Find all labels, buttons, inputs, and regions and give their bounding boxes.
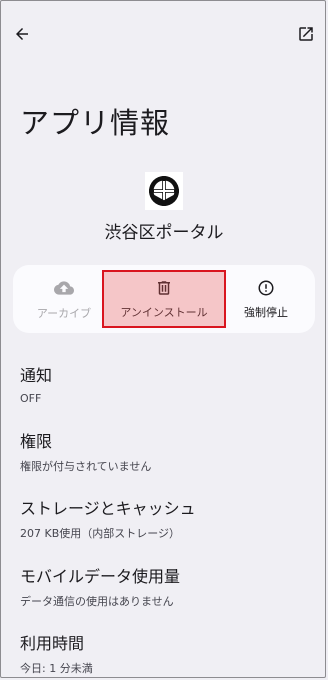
setting-permissions[interactable]: 権限 権限が付与されていません [20, 428, 151, 474]
setting-subtitle: データ通信の使用はありません [20, 595, 174, 608]
uninstall-highlight-box [102, 270, 226, 328]
setting-title: 権限 [20, 432, 53, 451]
cloud-upload-icon [54, 280, 74, 295]
force-stop-button[interactable]: 強制停止 [221, 265, 311, 333]
setting-mobile-data[interactable]: モバイルデータ使用量 データ通信の使用はありません [20, 563, 180, 609]
setting-subtitle: OFF [20, 392, 42, 405]
setting-storage[interactable]: ストレージとキャッシュ 207 KB使用（内部ストレージ） [20, 495, 196, 541]
alert-circle-icon [258, 280, 274, 295]
setting-title: モバイルデータ使用量 [20, 567, 181, 586]
archive-button[interactable]: アーカイブ [19, 265, 109, 333]
top-app-bar [0, 0, 328, 70]
back-button[interactable] [6, 18, 38, 50]
setting-title: ストレージとキャッシュ [20, 499, 196, 518]
setting-notifications[interactable]: 通知 OFF [20, 362, 52, 405]
shibuya-emblem-icon [145, 172, 183, 210]
open-app-button[interactable] [290, 18, 322, 50]
setting-title: 利用時間 [20, 634, 85, 653]
force-stop-label: 強制停止 [244, 305, 288, 319]
setting-subtitle: 今日: 1 分未満 [20, 662, 93, 675]
app-icon [145, 172, 183, 210]
setting-title: 通知 [20, 366, 53, 385]
archive-label: アーカイブ [36, 306, 92, 320]
open-in-new-icon [299, 27, 313, 41]
page-title: アプリ情報 [20, 106, 171, 140]
app-name: 渋谷区ポータル [104, 223, 224, 243]
setting-subtitle: 権限が付与されていません [20, 460, 152, 473]
setting-screen-time[interactable]: 利用時間 今日: 1 分未満 [20, 630, 93, 676]
setting-subtitle: 207 KB使用（内部ストレージ） [20, 527, 181, 540]
arrow-left-icon [16, 28, 28, 40]
